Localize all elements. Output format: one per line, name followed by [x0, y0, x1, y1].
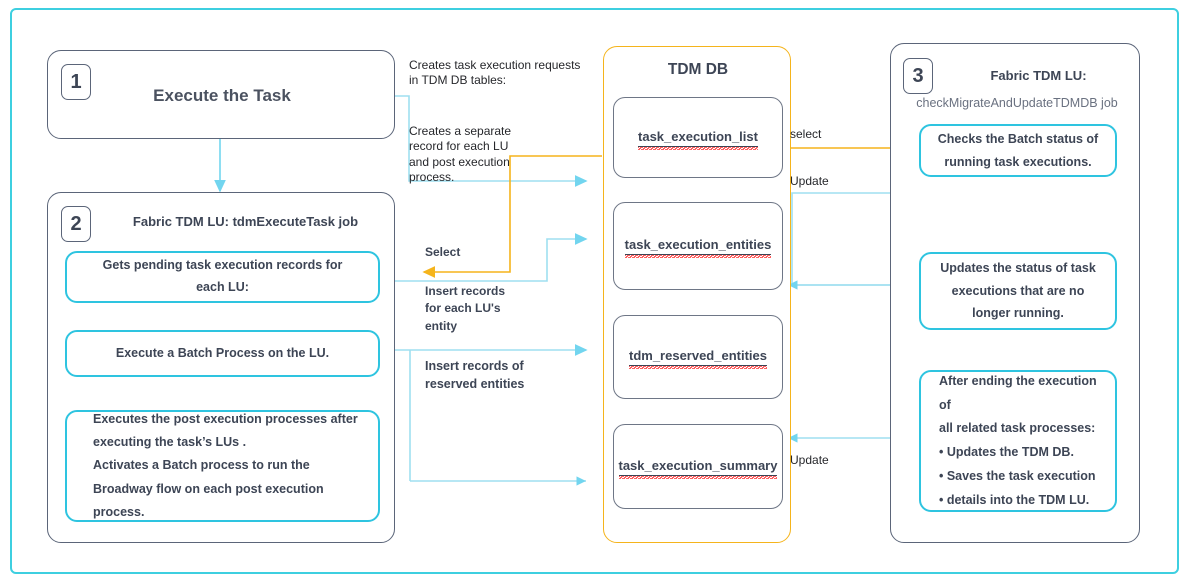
step1-title: Execute the Task — [153, 85, 291, 105]
step3-subtitle: checkMigrateAndUpdateTDMDB job — [916, 96, 1118, 110]
table-name-label: tdm_reserved_entities — [628, 348, 768, 369]
step2-badge: 2 — [61, 206, 91, 242]
tdm-db-table-task-execution-summary: task_execution_summary — [613, 424, 783, 509]
diagram-canvas: 1 Execute the Task 2 Fabric TDM LU: tdmE… — [0, 0, 1191, 584]
table-name-label: task_execution_entities — [624, 237, 772, 258]
label-insert-records-entity: Insert records for each LU's entity — [425, 284, 506, 333]
label-update-bottom: Update — [790, 453, 829, 467]
label-creates-separate-record: Creates a separate record for each LU an… — [409, 124, 512, 185]
step3-panel: 3 Fabric TDM LU: checkMigrateAndUpdateTD… — [890, 43, 1140, 543]
label-select-right: select — [790, 127, 822, 141]
tdm-db-table-tdm-reserved-entities: tdm_reserved_entities — [613, 315, 783, 399]
tdm-db-title: TDM DB — [667, 61, 729, 78]
tdm-db-table-task-execution-list: task_execution_list — [613, 97, 783, 178]
step1-panel: 1 Execute the Task — [47, 50, 395, 139]
step2-box-execute-batch: Execute a Batch Process on the LU. — [65, 330, 380, 377]
tdm-db-panel: TDM DB task_execution_list task_executio… — [603, 46, 791, 543]
step3-badge: 3 — [903, 58, 933, 94]
table-name-label: task_execution_summary — [618, 458, 778, 479]
step2-title: Fabric TDM LU: tdmExecuteTask job — [132, 214, 359, 229]
label-creates-task-execution-requests: Creates task execution requests in TDM D… — [409, 58, 581, 88]
step3-title: Fabric TDM LU: — [990, 68, 1087, 83]
table-name-label: task_execution_list — [638, 129, 758, 150]
step2-panel: 2 Fabric TDM LU: tdmExecuteTask job Gets… — [47, 192, 395, 543]
step3-box-after-ending: After ending the execution of all relate… — [919, 370, 1117, 512]
label-select-left: Select — [425, 245, 461, 259]
step2-box-post-execution: Executes the post execution processes af… — [65, 410, 380, 522]
label-insert-records-reserved: Insert records of reserved entities — [425, 359, 525, 392]
label-update-top: Update — [790, 174, 829, 188]
tdm-db-table-task-execution-entities: task_execution_entities — [613, 202, 783, 290]
step2-box-gets-pending: Gets pending task execution records for … — [65, 251, 380, 303]
step3-box-checks-batch-status: Checks the Batch status of running task … — [919, 124, 1117, 177]
step3-box-updates-status: Updates the status of task executions th… — [919, 252, 1117, 330]
